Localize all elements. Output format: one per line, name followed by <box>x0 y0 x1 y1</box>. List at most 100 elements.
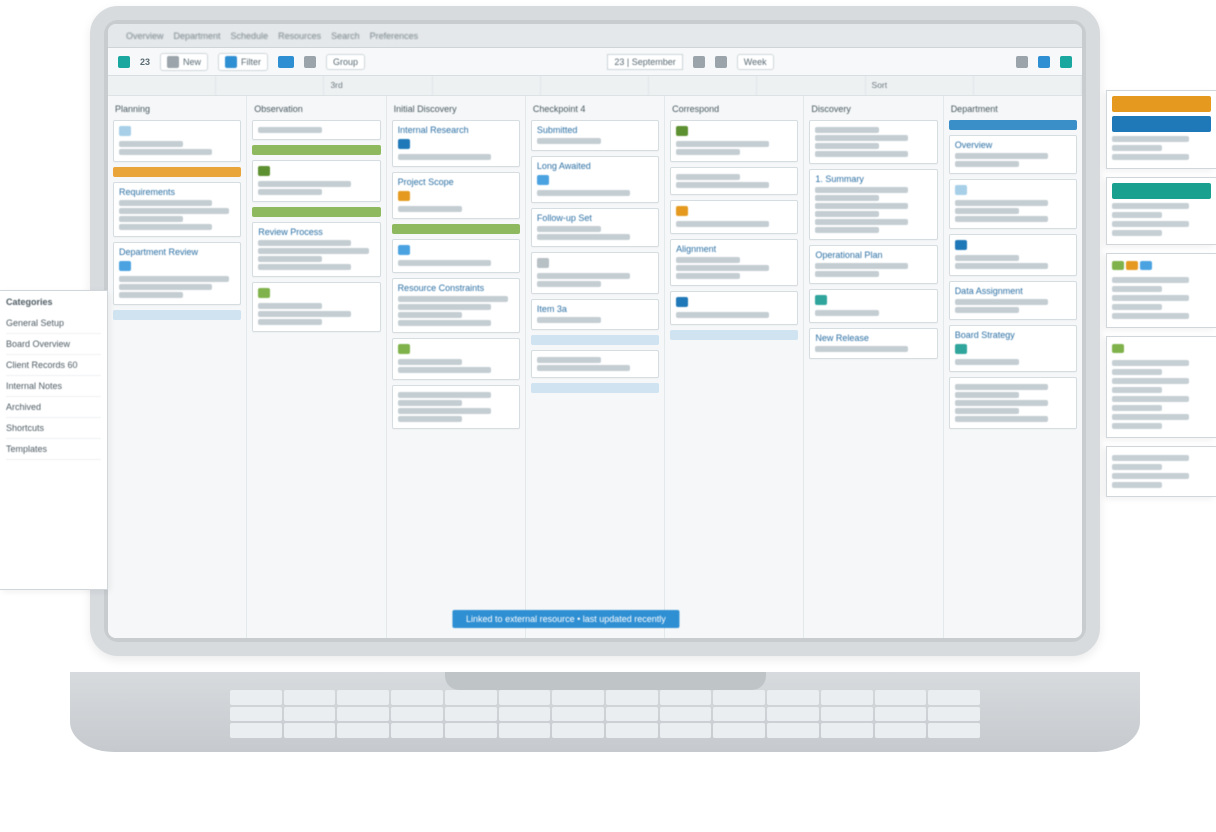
right-panel[interactable] <box>1106 90 1216 169</box>
board-card[interactable]: Internal Research <box>392 120 520 167</box>
view-toggle[interactable]: Week <box>737 54 774 70</box>
board-card[interactable] <box>392 338 520 380</box>
text-line <box>1112 405 1162 411</box>
sidebar-item[interactable]: Templates <box>6 439 101 460</box>
chevron-right-icon[interactable] <box>715 56 727 68</box>
board-card[interactable] <box>531 350 659 378</box>
board-card[interactable]: Operational Plan <box>809 245 937 284</box>
date-picker[interactable]: 23 | September <box>607 54 682 70</box>
search-icon[interactable] <box>1016 56 1028 68</box>
tab[interactable]: Department <box>174 31 221 41</box>
text-line <box>537 226 601 232</box>
sidebar-item[interactable]: General Setup <box>6 313 101 334</box>
board-card[interactable]: Board Strategy <box>949 325 1077 372</box>
keyboard-key <box>337 707 389 722</box>
text-line <box>258 264 351 270</box>
keyboard-key <box>337 723 389 738</box>
tab[interactable]: Schedule <box>231 31 269 41</box>
board-card[interactable] <box>392 385 520 429</box>
board-card[interactable] <box>670 291 798 325</box>
board-block[interactable] <box>531 335 659 345</box>
status-banner[interactable]: Linked to external resource • last updat… <box>452 610 680 628</box>
board-card[interactable]: New Release <box>809 328 937 359</box>
board-block[interactable] <box>670 330 798 340</box>
board-block[interactable] <box>252 207 380 217</box>
gear-icon[interactable] <box>1038 56 1050 68</box>
panel-chip <box>1112 261 1124 270</box>
board-block[interactable] <box>113 310 241 320</box>
subheader-cell[interactable]: Sort <box>866 76 974 95</box>
sidebar-item[interactable]: Client Records 60 <box>6 355 101 376</box>
chevron-left-icon[interactable] <box>693 56 705 68</box>
board-card[interactable] <box>670 200 798 234</box>
board-card[interactable]: Department Review <box>113 242 241 305</box>
sidebar-item[interactable]: Archived <box>6 397 101 418</box>
text-line <box>1112 203 1189 209</box>
board-block[interactable] <box>949 120 1077 130</box>
text-line <box>955 359 1019 365</box>
board-card[interactable] <box>949 179 1077 229</box>
tab[interactable]: Resources <box>278 31 321 41</box>
text-line <box>955 216 1048 222</box>
board-card[interactable]: Follow-up Set <box>531 208 659 247</box>
text-line <box>815 346 908 352</box>
board-card[interactable] <box>949 234 1077 276</box>
filter-button[interactable]: Filter <box>218 53 268 71</box>
board-card[interactable]: Alignment <box>670 239 798 286</box>
sidebar-item[interactable]: Board Overview <box>6 334 101 355</box>
board-card[interactable]: Long Awaited <box>531 156 659 203</box>
text-line <box>398 206 462 212</box>
board-card[interactable]: Data Assignment <box>949 281 1077 320</box>
board-block[interactable] <box>113 167 241 177</box>
board-block[interactable] <box>392 224 520 234</box>
board-card[interactable]: Project Scope <box>392 172 520 219</box>
right-panel[interactable] <box>1106 336 1216 438</box>
list-icon[interactable] <box>304 56 316 68</box>
text-line <box>815 143 879 149</box>
right-panel[interactable] <box>1106 253 1216 328</box>
board-card[interactable] <box>949 377 1077 429</box>
card-headline: Alignment <box>676 244 792 254</box>
board-card[interactable] <box>531 252 659 294</box>
keyboard-key <box>606 707 658 722</box>
home-icon[interactable] <box>118 56 130 68</box>
board-card[interactable] <box>252 120 380 140</box>
text-line <box>537 234 630 240</box>
board-card[interactable]: Overview <box>949 135 1077 174</box>
board-card[interactable]: Submitted <box>531 120 659 151</box>
text-line <box>815 271 879 277</box>
board-card[interactable] <box>809 120 937 164</box>
card-icon[interactable] <box>278 56 294 68</box>
board-card[interactable] <box>670 167 798 195</box>
group-button[interactable]: Group <box>326 54 365 70</box>
tab[interactable]: Search <box>331 31 360 41</box>
right-panel[interactable] <box>1106 446 1216 497</box>
board-card[interactable] <box>809 289 937 323</box>
text-line <box>1112 369 1162 375</box>
board-card[interactable]: Item 3a <box>531 299 659 330</box>
help-icon[interactable] <box>1060 56 1072 68</box>
sidebar-item[interactable]: Internal Notes <box>6 376 101 397</box>
board-card[interactable] <box>113 120 241 162</box>
keyboard-key <box>552 707 604 722</box>
tab[interactable]: Overview <box>126 31 164 41</box>
board-card[interactable]: Resource Constraints <box>392 278 520 333</box>
board-card[interactable]: Review Process <box>252 222 380 277</box>
board-card[interactable]: 1. Summary <box>809 169 937 240</box>
text-line <box>258 303 322 309</box>
text-line <box>537 317 601 323</box>
board-card[interactable] <box>670 120 798 162</box>
tag-chip <box>398 245 410 255</box>
board-card[interactable] <box>392 239 520 273</box>
board-block[interactable] <box>531 383 659 393</box>
right-panel[interactable] <box>1106 177 1216 245</box>
column-title: Discovery <box>809 102 937 120</box>
board-card[interactable]: Requirements <box>113 182 241 237</box>
board-card[interactable] <box>252 282 380 332</box>
keyboard-key <box>928 690 980 705</box>
board-block[interactable] <box>252 145 380 155</box>
new-button[interactable]: New <box>160 53 208 71</box>
sidebar-item[interactable]: Shortcuts <box>6 418 101 439</box>
board-card[interactable] <box>252 160 380 202</box>
tab[interactable]: Preferences <box>370 31 419 41</box>
